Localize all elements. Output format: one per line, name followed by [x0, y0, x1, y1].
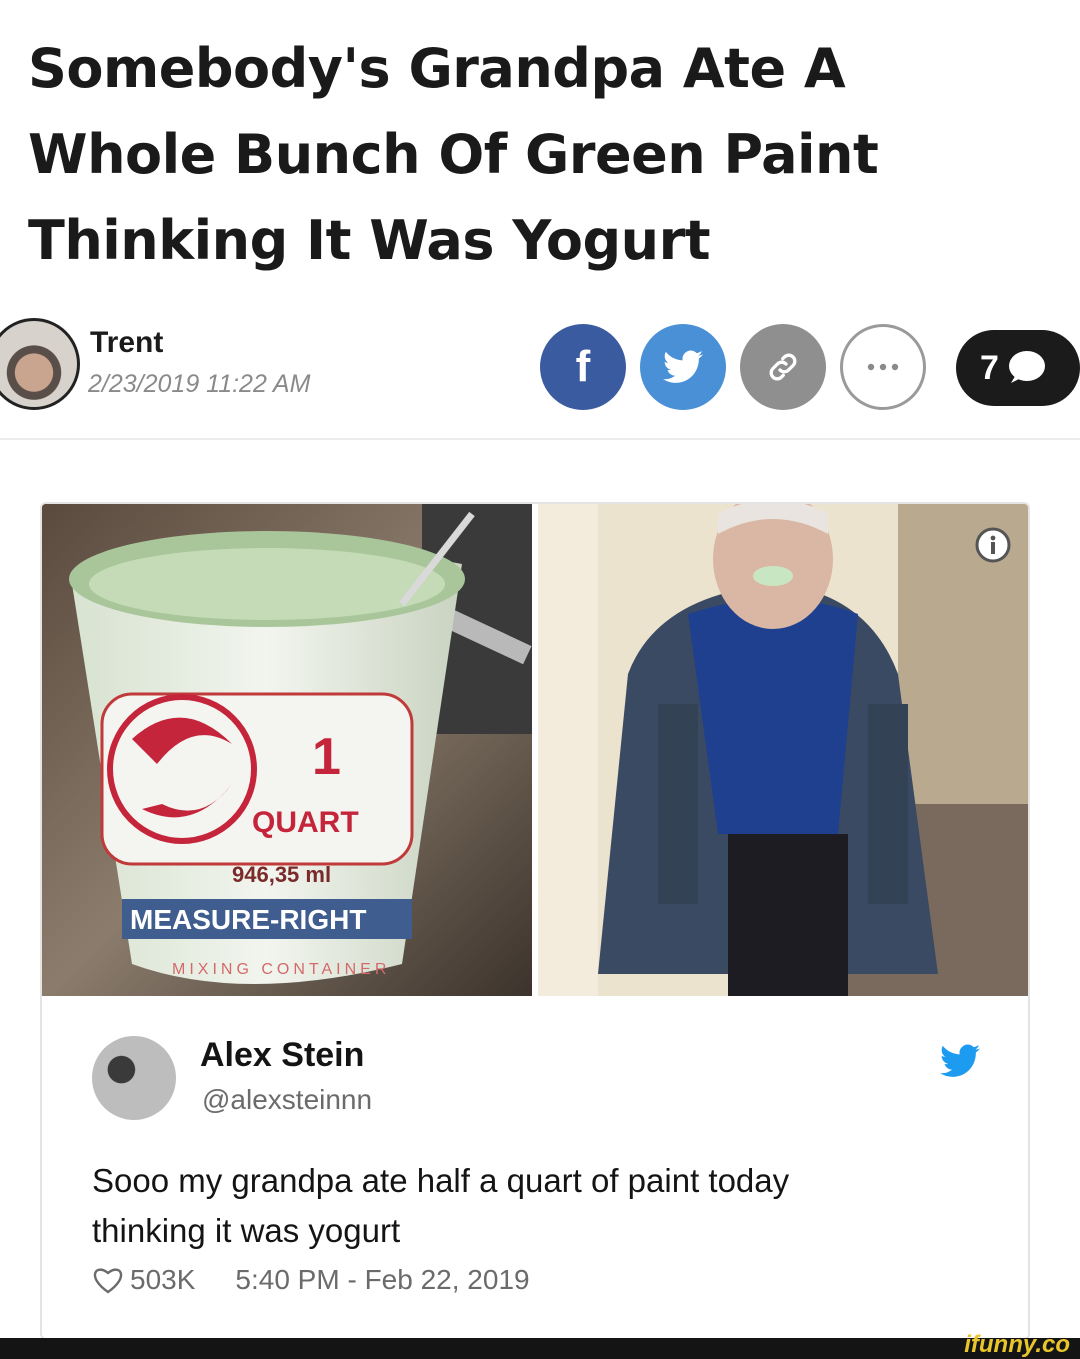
copy-link-button[interactable] [740, 324, 826, 410]
embedded-tweet[interactable]: 1 QUART 946,35 ml MEASURE-RIGHT MIXING C… [40, 502, 1030, 1340]
more-options-button[interactable] [840, 324, 926, 410]
tweet-text: Sooo my grandpa ate half a quart of pain… [92, 1156, 972, 1256]
facebook-share-button[interactable]: f [540, 324, 626, 410]
tweet-text-line: thinking it was yogurt [92, 1212, 401, 1249]
article-headline: Somebody's Grandpa Ate A Whole Bunch Of … [28, 37, 879, 272]
paint-cup-photo[interactable]: 1 QUART 946,35 ml MEASURE-RIGHT MIXING C… [42, 504, 532, 996]
cup-subtext: MIXING CONTAINER [172, 961, 390, 978]
watermark: ifunny.co [964, 1331, 1070, 1358]
link-icon [769, 353, 797, 381]
comments-button[interactable]: 7 [956, 330, 1080, 406]
info-icon[interactable] [974, 526, 1012, 564]
twitter-bird-icon[interactable] [940, 1044, 980, 1078]
cup-unit: QUART [252, 806, 359, 839]
heart-icon[interactable] [92, 1265, 124, 1295]
tweet-meta: 503K 5:40 PM - Feb 22, 2019 [92, 1264, 530, 1296]
twitter-icon [663, 350, 703, 383]
header-divider [0, 438, 1080, 440]
grandpa-illustration [538, 504, 1028, 996]
more-icon [867, 363, 899, 371]
post-date: 2/23/2019 11:22 AM [88, 370, 311, 398]
twitter-share-button[interactable] [640, 324, 726, 410]
like-count[interactable]: 503K [130, 1264, 195, 1296]
comment-count: 7 [980, 348, 999, 387]
cup-volume: 946,35 ml [232, 862, 331, 887]
facebook-icon: f [575, 342, 591, 391]
tweet-text-line: Sooo my grandpa ate half a quart of pain… [92, 1162, 790, 1199]
tweet-author-name[interactable]: Alex Stein [200, 1036, 364, 1075]
tweet-author-avatar[interactable] [92, 1036, 176, 1120]
grandpa-photo[interactable] [538, 504, 1028, 996]
footer-bar [0, 1338, 1080, 1359]
tweet-timestamp[interactable]: 5:40 PM - Feb 22, 2019 [235, 1264, 529, 1296]
author-name[interactable]: Trent [90, 326, 163, 360]
cup-number: 1 [312, 728, 341, 786]
paint-cup-illustration: 1 QUART 946,35 ml MEASURE-RIGHT MIXING C… [42, 504, 532, 996]
author-avatar[interactable] [0, 318, 80, 410]
tweet-author-handle[interactable]: @alexsteinnn [202, 1084, 372, 1116]
comment-icon [1008, 351, 1045, 383]
cup-brand: MEASURE-RIGHT [130, 904, 366, 935]
